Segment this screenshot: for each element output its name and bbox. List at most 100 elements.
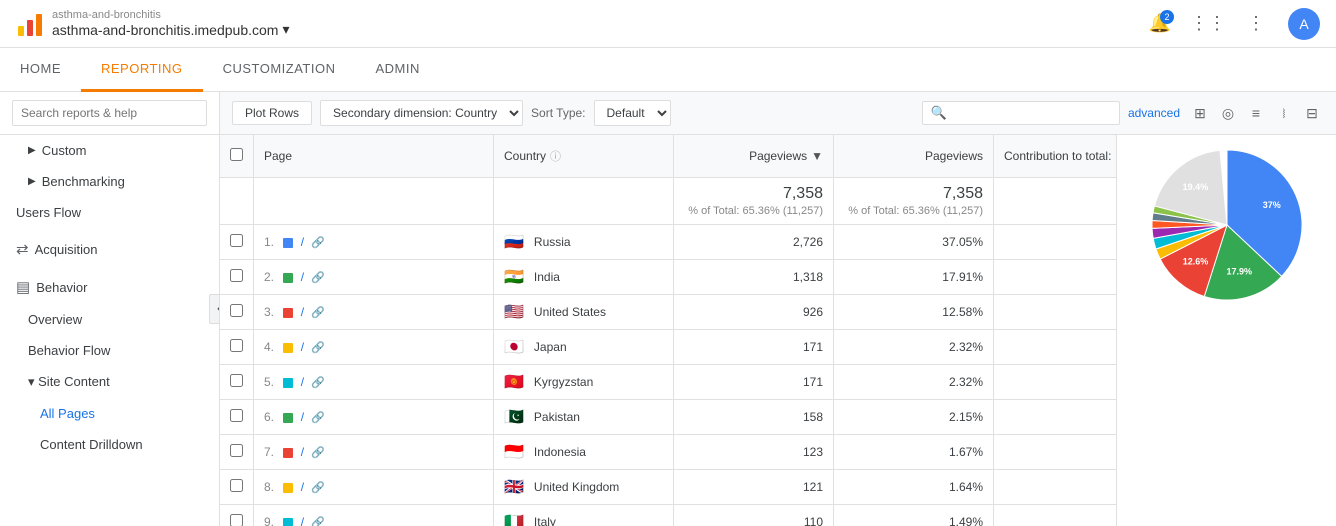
page-link[interactable]: / [301, 235, 304, 249]
plot-rows-button[interactable]: Plot Rows [232, 101, 312, 125]
page-link[interactable]: / [301, 410, 304, 424]
page-link-icon[interactable]: 🔗 [311, 237, 325, 249]
site-name[interactable]: asthma-and-bronchitis.imedpub.com ▾ [52, 21, 289, 38]
page-link-icon[interactable]: 🔗 [311, 517, 325, 526]
page-link-icon[interactable]: 🔗 [311, 447, 325, 459]
page-link-icon[interactable]: 🔗 [311, 272, 325, 284]
filter-view-icon[interactable]: ⧘ [1272, 101, 1296, 125]
row-checkbox[interactable] [230, 479, 243, 492]
th-country: Country ⓘ [494, 135, 674, 178]
row-pv2-cell: 1.67% [834, 435, 994, 470]
tab-customization[interactable]: CUSTOMIZATION [203, 48, 356, 92]
page-color-indicator [283, 448, 293, 458]
row-checkbox[interactable] [230, 234, 243, 247]
toolbar: Plot Rows Secondary dimension: Country S… [220, 92, 1336, 135]
row-number: 4. [264, 340, 274, 354]
country-name: Indonesia [534, 445, 586, 459]
row-country-cell: 🇺🇸 United States [494, 295, 674, 330]
page-link[interactable]: / [301, 480, 304, 494]
country-info-icon[interactable]: ⓘ [550, 148, 561, 164]
page-link[interactable]: / [301, 340, 304, 354]
row-pv1-cell: 2,726 [674, 225, 834, 260]
row-number: 9. [264, 515, 274, 526]
apps-button[interactable]: ⋮⋮ [1192, 8, 1224, 40]
row-number: 2. [264, 270, 274, 284]
row-pv2-cell: 2.32% [834, 365, 994, 400]
table-row: 6. / 🔗 🇵🇰 Pakistan 158 2.15% [220, 400, 1116, 435]
site-subtitle: asthma-and-bronchitis [52, 9, 289, 21]
page-link[interactable]: / [301, 515, 304, 526]
page-link[interactable]: / [301, 305, 304, 319]
more-options-button[interactable]: ⋮ [1240, 8, 1272, 40]
sidebar-item-benchmarking[interactable]: ▶ Benchmarking [0, 166, 219, 197]
row-pv1-cell: 123 [674, 435, 834, 470]
sidebar-item-site-content[interactable]: ▾ Site Content [0, 366, 219, 398]
row-checkbox-cell [220, 400, 254, 435]
page-link-icon[interactable]: 🔗 [311, 342, 325, 354]
row-checkbox[interactable] [230, 444, 243, 457]
tab-admin[interactable]: ADMIN [355, 48, 439, 92]
page-link[interactable]: / [301, 375, 304, 389]
summary-country-cell [494, 178, 674, 225]
sidebar-item-content-drilldown[interactable]: Content Drilldown [0, 429, 219, 460]
secondary-dimension-select[interactable]: Secondary dimension: Country [320, 100, 523, 126]
sidebar-item-behavior[interactable]: ▤ Behavior [0, 270, 219, 304]
pie-label: 17.9% [1227, 267, 1253, 277]
sort-type-select[interactable]: Default [594, 100, 671, 126]
row-pv1-cell: 121 [674, 470, 834, 505]
row-page-cell: 3. / 🔗 [254, 295, 494, 330]
sidebar-toggle[interactable]: ‹ [209, 294, 220, 324]
flag-icon: 🇮🇳 [504, 267, 524, 287]
sidebar-item-all-pages[interactable]: All Pages [0, 398, 219, 429]
select-all-checkbox[interactable] [230, 148, 243, 161]
row-checkbox[interactable] [230, 514, 243, 526]
row-pv2-cell: 37.05% [834, 225, 994, 260]
sidebar-item-behavior-flow[interactable]: Behavior Flow [0, 335, 219, 366]
flag-icon: 🇵🇰 [504, 407, 524, 427]
pie-label: 19.4% [1183, 182, 1209, 192]
row-checkbox[interactable] [230, 339, 243, 352]
sort-arrow-icon[interactable]: ▼ [811, 149, 823, 163]
page-link-icon[interactable]: 🔗 [311, 482, 325, 494]
country-value: 🇵🇰 Pakistan [504, 407, 663, 427]
pie-view-icon[interactable]: ◎ [1216, 101, 1240, 125]
country-name: Japan [534, 340, 567, 354]
table-row: 8. / 🔗 🇬🇧 United Kingdom 121 1.64% [220, 470, 1116, 505]
row-page-cell: 1. / 🔗 [254, 225, 494, 260]
row-checkbox[interactable] [230, 409, 243, 422]
page-link-icon[interactable]: 🔗 [311, 377, 325, 389]
page-color-indicator [283, 518, 293, 526]
page-link[interactable]: / [301, 445, 304, 459]
notification-button[interactable]: 🔔 2 [1144, 8, 1176, 40]
sidebar-item-custom[interactable]: ▶ Custom [0, 135, 219, 166]
row-checkbox[interactable] [230, 269, 243, 282]
list-view-icon[interactable]: ≡ [1244, 101, 1268, 125]
row-contrib-cell [994, 400, 1117, 435]
sidebar-item-overview[interactable]: Overview [0, 304, 219, 335]
row-pv2-cell: 2.32% [834, 330, 994, 365]
tab-reporting[interactable]: REPORTING [81, 48, 203, 92]
row-page-cell: 5. / 🔗 [254, 365, 494, 400]
tab-home[interactable]: HOME [0, 48, 81, 92]
page-link-icon[interactable]: 🔗 [311, 307, 325, 319]
advanced-link[interactable]: advanced [1128, 106, 1180, 120]
sort-type-label: Sort Type: [531, 106, 585, 120]
row-country-cell: 🇮🇩 Indonesia [494, 435, 674, 470]
row-page-cell: 9. / 🔗 [254, 505, 494, 526]
search-input[interactable] [12, 100, 207, 126]
search-field[interactable] [951, 106, 1111, 120]
summary-pv1-cell: 7,358 % of Total: 65.36% (11,257) [674, 178, 834, 225]
search-box: 🔍 [922, 101, 1120, 125]
page-link[interactable]: / [301, 270, 304, 284]
sidebar-item-acquisition[interactable]: ⇄ Acquisition [0, 232, 219, 266]
row-checkbox-cell [220, 435, 254, 470]
row-checkbox[interactable] [230, 304, 243, 317]
avatar[interactable]: A [1288, 8, 1320, 40]
grid-view-icon[interactable]: ⊞ [1188, 101, 1212, 125]
sidebar-item-users-flow[interactable]: Users Flow [0, 197, 219, 228]
view-icons: ⊞ ◎ ≡ ⧘ ⊟ [1188, 101, 1324, 125]
table-row: 1. / 🔗 🇷🇺 Russia 2,726 37.05% [220, 225, 1116, 260]
row-checkbox[interactable] [230, 374, 243, 387]
table-view-icon[interactable]: ⊟ [1300, 101, 1324, 125]
page-link-icon[interactable]: 🔗 [311, 412, 325, 424]
